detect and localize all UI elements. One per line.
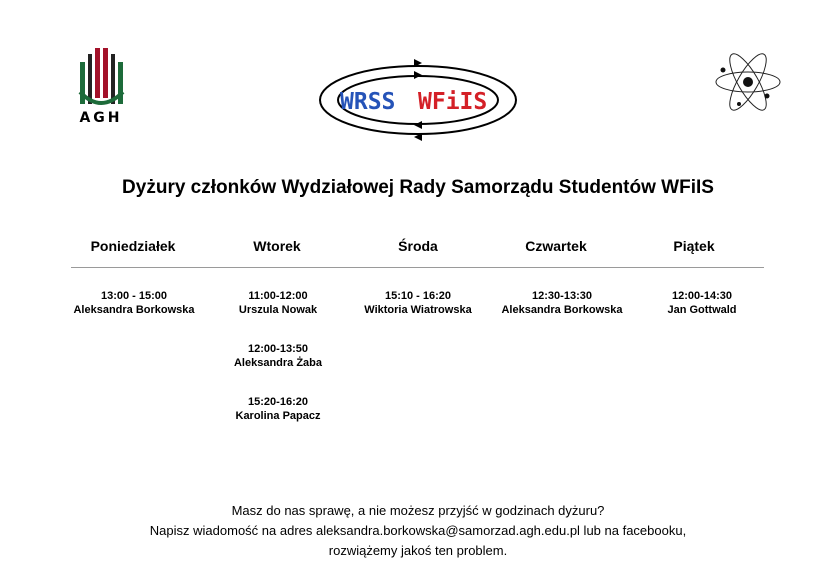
schedule-column-tuesday: 11:00-12:00 Urszula Nowak 12:00-13:50 Al…	[198, 289, 358, 448]
schedule-column-thursday: 12:30-13:30 Aleksandra Borkowska	[482, 289, 642, 342]
day-header-thursday: Czwartek	[525, 238, 587, 254]
slot-person: Aleksandra Borkowska	[73, 304, 195, 316]
slot-person: Aleksandra Żaba	[233, 357, 323, 369]
day-header-tuesday: Wtorek	[253, 238, 301, 254]
slot-time: 13:00 - 15:00	[100, 290, 168, 302]
day-headers: Poniedziałek Wtorek Środa Czwartek Piąte…	[63, 238, 773, 258]
slot-time: 11:00-12:00	[248, 290, 308, 302]
schedule-column-wednesday: 15:10 - 16:20 Wiktoria Wiatrowska	[338, 289, 498, 342]
slot-person: Wiktoria Wiatrowska	[364, 304, 472, 316]
day-header-monday: Poniedziałek	[90, 238, 176, 254]
svg-text:WFiIS: WFiIS	[418, 89, 487, 115]
slot-time: 12:00-14:30	[672, 290, 732, 302]
slot-person: Aleksandra Borkowska	[501, 304, 623, 316]
schedule-column-friday: 12:00-14:30 Jan Gottwald	[622, 289, 782, 342]
day-header-friday: Piątek	[673, 238, 715, 254]
footer-line: Masz do nas sprawę, a nie możesz przyjść…	[231, 503, 605, 518]
schedule-slot: 13:00 - 15:00 Aleksandra Borkowska	[54, 289, 214, 317]
schedule-slot: 15:20-16:20 Karolina Papacz	[198, 395, 358, 423]
divider	[71, 267, 764, 268]
page-title: Dyżury członków Wydziałowej Rady Samorzą…	[122, 177, 714, 198]
wrss-orbit-icon: WRSS WFiIS	[319, 59, 517, 141]
schedule-slot: 12:30-13:30 Aleksandra Borkowska	[482, 289, 642, 317]
agh-logo: AGH	[70, 44, 132, 134]
slot-time: 15:20-16:20	[248, 396, 308, 408]
slot-time: 12:30-13:30	[532, 290, 592, 302]
schedule-slot: 15:10 - 16:20 Wiktoria Wiatrowska	[338, 289, 498, 317]
slot-time: 15:10 - 16:20	[384, 290, 452, 302]
footer-line: Napisz wiadomość na adres aleksandra.bor…	[149, 523, 687, 538]
slot-person: Karolina Papacz	[235, 410, 321, 422]
schedule-column-monday: 13:00 - 15:00 Aleksandra Borkowska	[54, 289, 214, 342]
slot-time: 12:00-13:50	[248, 343, 308, 355]
atom-logo	[713, 46, 783, 118]
footer-line: rozwiążemy jakoś ten problem.	[328, 543, 508, 558]
day-header-wednesday: Środa	[398, 238, 438, 254]
agh-logo-text: AGH	[79, 110, 123, 126]
schedule-slot: 12:00-14:30 Jan Gottwald	[622, 289, 782, 317]
slot-person: Jan Gottwald	[667, 304, 737, 316]
svg-text:WRSS: WRSS	[340, 89, 395, 115]
schedule-slot: 12:00-13:50 Aleksandra Żaba	[198, 342, 358, 370]
wrss-logo: WRSS WFiIS	[316, 52, 520, 148]
atom-icon	[715, 53, 781, 111]
slot-person: Urszula Nowak	[238, 304, 318, 316]
schedule-slot: 11:00-12:00 Urszula Nowak	[198, 289, 358, 317]
footer-note: Masz do nas sprawę, a nie możesz przyjść…	[0, 501, 836, 561]
agh-emblem-icon	[78, 48, 125, 105]
